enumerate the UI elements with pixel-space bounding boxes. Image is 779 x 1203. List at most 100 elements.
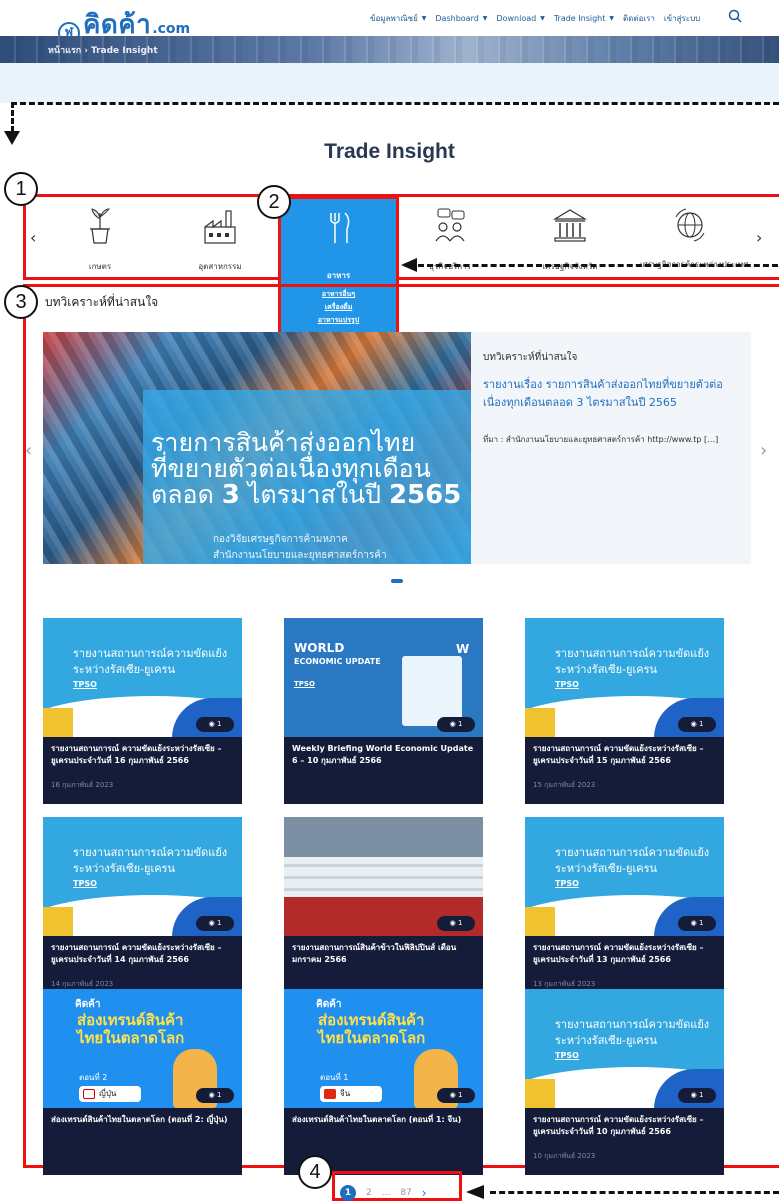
chevron-down-icon: ▼ xyxy=(421,15,427,22)
nav-item-dashboard[interactable]: Dashboard ▼ xyxy=(435,12,487,25)
article-card[interactable]: รายงานสถานการณ์ความขัดแย้ง ระหว่างรัสเซีย… xyxy=(525,989,724,1175)
category-label: เกษตร xyxy=(88,262,112,271)
page-current[interactable]: 1 xyxy=(340,1185,356,1201)
nav-item-login[interactable]: เข้าสู่ระบบ xyxy=(664,12,700,25)
hero-prev-button[interactable]: ‹ xyxy=(25,440,32,461)
category-item-international-trade[interactable]: เศรษฐกิจการค้าระหว่างประเทศ xyxy=(640,205,748,271)
view-count-badge: ◉ 1 xyxy=(678,1088,716,1103)
flag-icon xyxy=(83,1089,95,1099)
logo-domain: .com xyxy=(152,21,191,37)
breadcrumb: หน้าแรก › Trade Insight xyxy=(48,46,158,56)
annotation-badge-3: 3 xyxy=(4,285,38,319)
chevron-down-icon: ▼ xyxy=(609,15,614,22)
chevron-down-icon: ▼ xyxy=(540,15,545,22)
page-banner: หน้าแรก › Trade Insight xyxy=(0,36,779,63)
eye-icon: ◉ xyxy=(208,919,215,927)
view-count-badge: ◉ 1 xyxy=(196,916,234,931)
card-title[interactable]: รายงานสถานการณ์ ความขัดแย้งระหว่างรัสเซี… xyxy=(533,743,719,767)
hero-headline-link[interactable]: รายงานเรื่อง รายการสินค้าส่งออกไทยที่ขยา… xyxy=(483,376,745,412)
annotation-badge-2: 2 xyxy=(257,185,291,219)
article-card[interactable]: WORLD ECONOMIC UPDATE TPSO W ◉ 1 Weekly B… xyxy=(284,618,483,804)
globe-icon xyxy=(675,208,705,242)
hero-image[interactable]: รายการสินค้าส่งออกไทย ที่ขยายตัวต่อเนื่อ… xyxy=(43,332,471,564)
carousel-indicator[interactable] xyxy=(391,579,403,583)
card-title[interactable]: ส่องเทรนด์สินค้าไทยในตลาดโลก (ตอนที่ 2: … xyxy=(51,1114,237,1126)
view-count-badge: ◉ 1 xyxy=(437,717,475,732)
card-title[interactable]: ส่องเทรนด์สินค้าไทยในตลาดโลก (ตอนที่ 1: … xyxy=(292,1114,478,1126)
banner-spacer xyxy=(0,63,779,103)
article-card[interactable]: คิดค้า ส่องเทรนด์สินค้า ไทยในตลาดโลก ตอนท… xyxy=(284,989,483,1175)
annotation-badge-1: 1 xyxy=(4,172,38,206)
eye-icon: ◉ xyxy=(449,1091,456,1099)
card-title[interactable]: Weekly Briefing World Economic Update 6 … xyxy=(292,743,478,767)
section-title: บทวิเคราะห์ที่น่าสนใจ xyxy=(45,295,159,309)
eye-icon: ◉ xyxy=(449,919,456,927)
eye-icon: ◉ xyxy=(690,1091,697,1099)
nav-item-contact[interactable]: ติดต่อเรา xyxy=(623,12,655,25)
hero-description: บทวิเคราะห์ที่น่าสนใจ รายงานเรื่อง รายกา… xyxy=(471,332,751,564)
hero-image-text: รายการสินค้าส่งออกไทย ที่ขยายตัวต่อเนื่อ… xyxy=(151,428,462,510)
article-card[interactable]: คิดค้า ส่องเทรนด์สินค้า ไทยในตลาดโลก ตอนท… xyxy=(43,989,242,1175)
annotation-dash xyxy=(11,102,14,132)
view-count-badge: ◉ 1 xyxy=(678,916,716,931)
flag-icon xyxy=(324,1089,336,1099)
view-count-badge: ◉ 1 xyxy=(196,717,234,732)
card-date: 16 กุมภาพันธ์ 2023 xyxy=(51,781,114,789)
card-title[interactable]: รายงานสถานการณ์ ความขัดแย้งระหว่างรัสเซี… xyxy=(533,1114,719,1138)
category-prev-button[interactable]: ‹ xyxy=(30,228,36,247)
eye-icon: ◉ xyxy=(690,919,697,927)
card-title[interactable]: รายงานสถานการณ์สินค้าข้าวในฟิลิปปินส์ เด… xyxy=(292,942,478,966)
card-date: 10 กุมภาพันธ์ 2023 xyxy=(533,1152,596,1160)
search-icon[interactable] xyxy=(728,9,742,23)
eye-icon: ◉ xyxy=(208,1091,215,1099)
breadcrumb-current: Trade Insight xyxy=(90,46,158,56)
nav-item-download[interactable]: Download ▼ xyxy=(496,12,544,25)
building-icon xyxy=(552,209,588,242)
fork-knife-icon xyxy=(329,212,349,243)
people-chat-icon xyxy=(435,208,465,242)
hero-source: ที่มา : สำนักงานนโยบายและยุทธศาสตร์การค้… xyxy=(483,435,719,444)
page-ellipsis: ... xyxy=(381,1188,391,1198)
nav-item-trade-insight[interactable]: Trade Insight ▼ xyxy=(554,12,614,25)
category-label: อุตสาหกรรม xyxy=(198,262,242,271)
card-title[interactable]: รายงานสถานการณ์ ความขัดแย้งระหว่างรัสเซี… xyxy=(51,743,237,767)
factory-icon xyxy=(204,210,236,244)
annotation-badge-4: 4 xyxy=(298,1155,332,1189)
category-item-provincial-economy[interactable]: เศรษฐกิจจังหวัด xyxy=(520,205,620,273)
eye-icon: ◉ xyxy=(449,720,456,728)
article-card[interactable]: รายงานสถานการณ์ความขัดแย้ง ระหว่างรัสเซีย… xyxy=(43,817,242,1003)
article-card[interactable]: รายงานสถานการณ์ความขัดแย้ง ระหว่างรัสเซีย… xyxy=(525,618,724,804)
main-nav: ข้อมูลพาณิชย์ ▼ Dashboard ▼ Download ▼ Trad… xyxy=(370,12,709,25)
view-count-badge: ◉ 1 xyxy=(437,916,475,931)
view-count-badge: ◉ 1 xyxy=(196,1088,234,1103)
category-item-industry[interactable]: อุตสาหกรรม xyxy=(170,205,270,273)
annotation-dash xyxy=(490,1191,779,1194)
eye-icon: ◉ xyxy=(208,720,215,728)
top-header: ฬ คิดค้า .com ข้อมูลพาณิชย์ ▼ Dashboard ▼ … xyxy=(0,0,779,44)
view-count-badge: ◉ 1 xyxy=(678,717,716,732)
annotation-arrow-icon xyxy=(401,258,417,272)
page-title: Trade Insight xyxy=(324,140,455,163)
card-title[interactable]: รายงานสถานการณ์ ความขัดแย้งระหว่างรัสเซี… xyxy=(533,942,719,966)
card-date: 15 กุมภาพันธ์ 2023 xyxy=(533,781,596,789)
next-page-button[interactable]: › xyxy=(422,1186,427,1200)
page-link-last[interactable]: 87 xyxy=(400,1188,411,1198)
category-label: อาหาร xyxy=(326,271,351,280)
chevron-down-icon: ▼ xyxy=(482,15,488,22)
annotation-dash xyxy=(11,102,779,105)
category-next-button[interactable]: › xyxy=(756,228,762,247)
breadcrumb-home[interactable]: หน้าแรก xyxy=(48,46,81,56)
page-link-2[interactable]: 2 xyxy=(366,1188,372,1198)
category-item-agriculture[interactable]: เกษตร xyxy=(50,205,150,273)
eye-icon: ◉ xyxy=(690,720,697,728)
plant-icon xyxy=(90,208,111,244)
card-title[interactable]: รายงานสถานการณ์ ความขัดแย้งระหว่างรัสเซี… xyxy=(51,942,237,966)
annotation-arrow-icon xyxy=(466,1185,484,1199)
article-card[interactable]: รายงานสถานการณ์ความขัดแย้ง ระหว่างรัสเซีย… xyxy=(43,618,242,804)
article-card[interactable]: รายงานสถานการณ์ความขัดแย้ง ระหว่างรัสเซีย… xyxy=(525,817,724,1003)
hero-next-button[interactable]: › xyxy=(760,440,767,461)
annotation-dash xyxy=(418,264,778,267)
pagination: 1 2 ... 87 › xyxy=(340,1185,437,1201)
nav-item-commerce-data[interactable]: ข้อมูลพาณิชย์ ▼ xyxy=(370,12,426,25)
article-card[interactable]: ◉ 1 รายงานสถานการณ์สินค้าข้าวในฟิลิปปินส… xyxy=(284,817,483,1003)
